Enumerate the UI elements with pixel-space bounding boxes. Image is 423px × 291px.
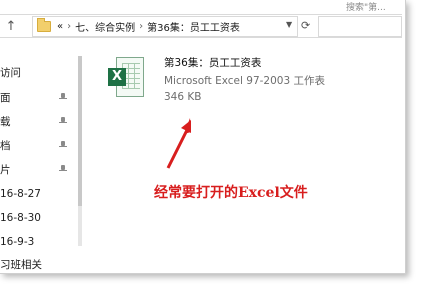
sidebar-item-label: 16-9-3 [0,236,35,248]
breadcrumb-item[interactable]: 七、综合实例 [75,19,135,34]
file-name: 第36集：员工工资表 [164,57,262,69]
sidebar-item[interactable]: 16-8-30 [0,209,78,227]
sidebar-item-label: 片 [0,164,11,176]
path-overflow[interactable]: « [57,21,63,32]
pin-icon [59,117,67,127]
sidebar-item-label: 16-8-27 [0,188,41,200]
sidebar-scrollbar[interactable] [78,56,82,246]
file-item[interactable]: X 第36集：员工工资表 Microsoft Excel 97-2003 工作表… [106,52,366,112]
scrollbar-thumb[interactable] [78,56,82,206]
sidebar-item[interactable]: 16-9-3 [0,233,78,251]
refresh-icon[interactable]: ⟳ [301,19,310,32]
folder-icon [37,18,51,32]
breadcrumb-item[interactable]: 第36集：员工工资表 [147,19,240,34]
sidebar-item[interactable]: 16-8-27 [0,185,78,203]
search-hint-fragment: 搜索"第... [346,3,386,13]
annotation-arrow [166,118,191,169]
pin-icon [59,165,67,175]
sidebar-item-label: 16-8-30 [0,212,41,224]
sidebar-item[interactable]: 载 [0,113,78,131]
explorer-window: 搜索"第... ↑ « › 七、综合实例 › 第36集：员工工资表 ▼ ⟳ 访问… [0,0,406,274]
sidebar-item-label: 载 [0,116,11,128]
sidebar-item[interactable]: 档 [0,137,78,155]
chevron-down-icon[interactable]: ▼ [286,20,292,29]
sidebar-item-label: 习班相关 [0,259,42,271]
address-bar[interactable]: « › 七、综合实例 › 第36集：员工工资表 [32,16,298,37]
sidebar-item[interactable]: 片 [0,161,78,179]
breadcrumb-separator: › [67,21,72,32]
sidebar-item-label: 面 [0,92,11,104]
breadcrumb-separator: › [139,21,144,32]
file-type: Microsoft Excel 97-2003 工作表 [164,75,325,87]
sidebar-item[interactable]: 习班相关 [0,256,78,273]
up-arrow-icon[interactable]: ↑ [0,15,22,37]
navigation-pane: 访问 面 载 档 片 16-8-27 16-8-30 16-9-3 习班相关 [0,56,78,273]
excel-icon: X [106,57,146,101]
sidebar-item-label: 档 [0,140,11,152]
search-input[interactable] [318,16,402,37]
address-bar-row: ↑ « › 七、综合实例 › 第36集：员工工资表 ▼ ⟳ [0,14,402,38]
annotation-caption: 经常要打开的Excel文件 [154,185,308,201]
pin-icon [59,141,67,151]
pin-icon [59,93,67,103]
sidebar-item[interactable]: 面 [0,89,78,107]
sidebar-item[interactable]: 访问 [0,64,78,82]
sidebar-item-label: 访问 [0,67,21,79]
file-size: 346 KB [164,91,202,103]
